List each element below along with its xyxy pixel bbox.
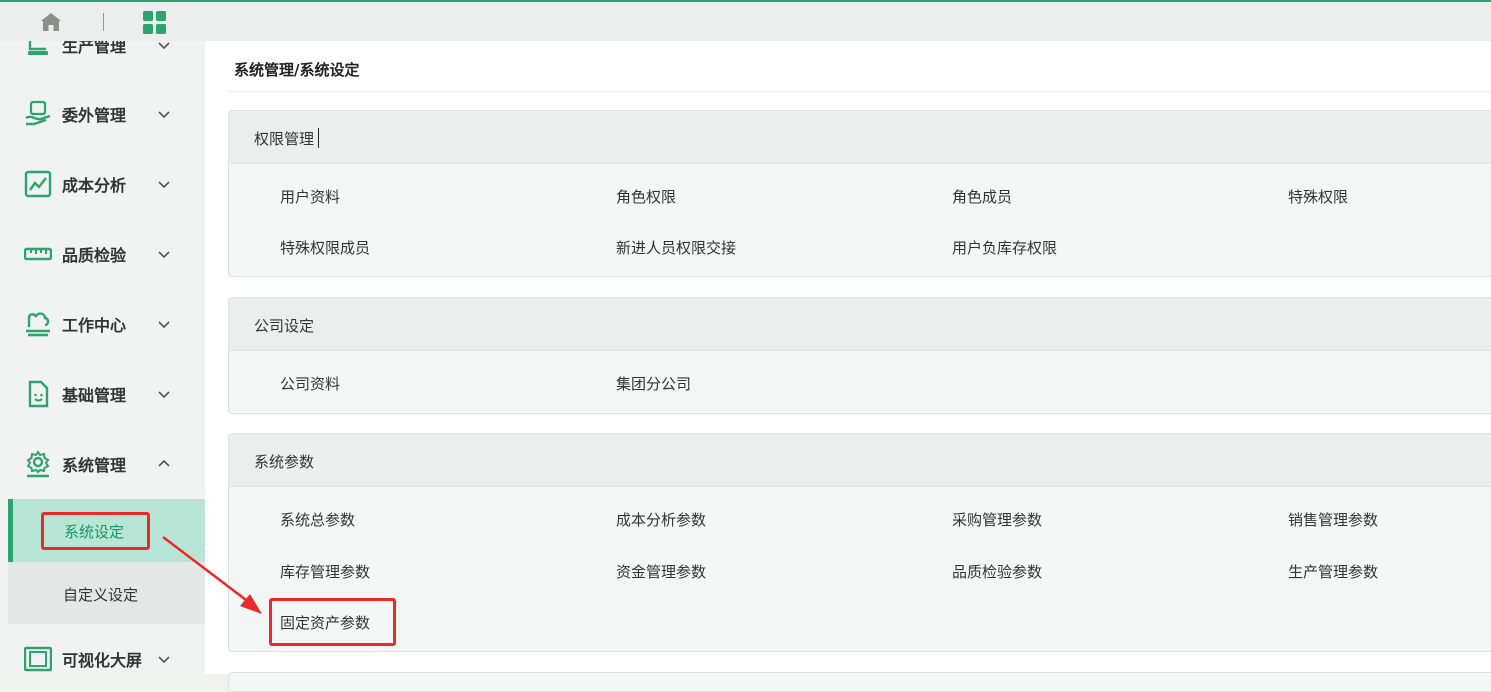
sidebar-item-work-center[interactable]: 工作中心 [0,304,205,344]
card-header: 公司设定 [229,298,1491,351]
gear-icon [26,450,50,478]
sidebar-subitem-custom-settings[interactable]: 自定义设定 [8,562,205,624]
card-partial [228,672,1491,692]
link-new-staff-handover[interactable]: 新进人员权限交接 [616,237,736,258]
sidebar-item-label: 成本分析 [62,176,127,195]
card-title: 权限管理 [254,130,315,148]
link-role-members[interactable]: 角色成员 [952,186,1012,207]
link-negative-stock-permission[interactable]: 用户负库存权限 [952,237,1057,258]
sidebar-item-basic[interactable]: 基础管理 [0,374,205,414]
sidebar-item-label: 品质检验 [62,246,127,265]
link-special-permission-members[interactable]: 特殊权限成员 [280,237,370,258]
link-inventory-params[interactable]: 库存管理参数 [280,561,370,582]
link-cost-params[interactable]: 成本分析参数 [616,509,706,530]
sidebar-item-label: 可视化大屏 [62,651,143,670]
sidebar-item-quality[interactable]: 品质检验 [0,234,205,274]
link-funds-params[interactable]: 资金管理参数 [616,561,706,582]
sidebar-subitem-label: 自定义设定 [63,586,139,604]
sidebar-item-label: 系统管理 [62,456,127,475]
chevron-down-icon [158,111,170,119]
card-company: 公司设定 公司资料 集团分公司 [228,297,1491,414]
highlight-box [269,598,396,646]
active-indicator [8,499,13,562]
sidebar-subitem-system-settings[interactable]: 系统设定 [8,499,205,562]
link-sales-params[interactable]: 销售管理参数 [1288,509,1378,530]
topbar-divider [103,13,104,31]
sidebar-item-dashboard-screen[interactable]: 可视化大屏 [0,639,205,674]
highlight-box [41,512,150,550]
breadcrumb: 系统管理/系统设定 [234,61,360,79]
divider [229,91,1491,92]
sidebar-item-label: 工作中心 [62,316,127,335]
sidebar-item-system[interactable]: 系统管理 [0,444,205,484]
sidebar-item-production[interactable]: 生产管理 [0,41,205,65]
card-permission: 权限管理 用户资料 角色权限 角色成员 特殊权限 特殊权限成员 新进人员权限交接… [228,110,1491,277]
card-header: 权限管理 [229,111,1491,164]
card-title: 系统参数 [254,453,315,471]
production-icon [28,41,48,55]
chevron-down-icon [158,391,170,399]
chevron-up-icon [158,459,170,467]
link-role-permission[interactable]: 角色权限 [616,186,676,207]
card-system-params: 系统参数 系统总参数 成本分析参数 采购管理参数 销售管理参数 库存管理参数 资… [228,433,1491,652]
link-company-profile[interactable]: 公司资料 [280,373,340,394]
link-purchase-params[interactable]: 采购管理参数 [952,509,1042,530]
workcenter-icon [26,312,50,337]
document-icon [28,380,49,408]
chevron-down-icon [158,181,170,189]
chevron-down-icon [158,656,170,664]
text-cursor [318,128,319,148]
main-content: 系统管理/系统设定 权限管理 用户资料 角色权限 角色成员 特殊权限 特殊权限成… [205,41,1491,692]
sidebar: 生产管理 委外管理 成本分析 品质检验 工作中心 基础管理 系统管理 系统设定 … [0,41,205,674]
screen-icon [24,646,52,672]
sidebar-item-label: 委外管理 [62,106,127,125]
outsource-icon [25,100,51,126]
card-title: 公司设定 [254,317,315,335]
sidebar-item-label: 基础管理 [62,386,127,405]
link-user-profile[interactable]: 用户资料 [280,186,340,207]
chevron-down-icon [158,251,170,259]
link-special-permission[interactable]: 特殊权限 [1288,186,1348,207]
link-production-params[interactable]: 生产管理参数 [1288,561,1378,582]
link-group-branches[interactable]: 集团分公司 [616,373,691,394]
home-icon[interactable] [40,12,62,32]
link-general-params[interactable]: 系统总参数 [280,509,355,530]
link-quality-params[interactable]: 品质检验参数 [952,561,1042,582]
sidebar-item-outsource[interactable]: 委外管理 [0,94,205,134]
ruler-icon [24,247,52,261]
sidebar-item-label: 生产管理 [62,41,127,56]
chevron-down-icon [158,42,170,50]
top-bar [0,0,1491,41]
chevron-down-icon [158,321,170,329]
card-header: 系统参数 [229,434,1491,487]
chart-icon [24,170,52,198]
apps-grid-icon[interactable] [143,11,166,34]
sidebar-item-cost-analysis[interactable]: 成本分析 [0,164,205,204]
